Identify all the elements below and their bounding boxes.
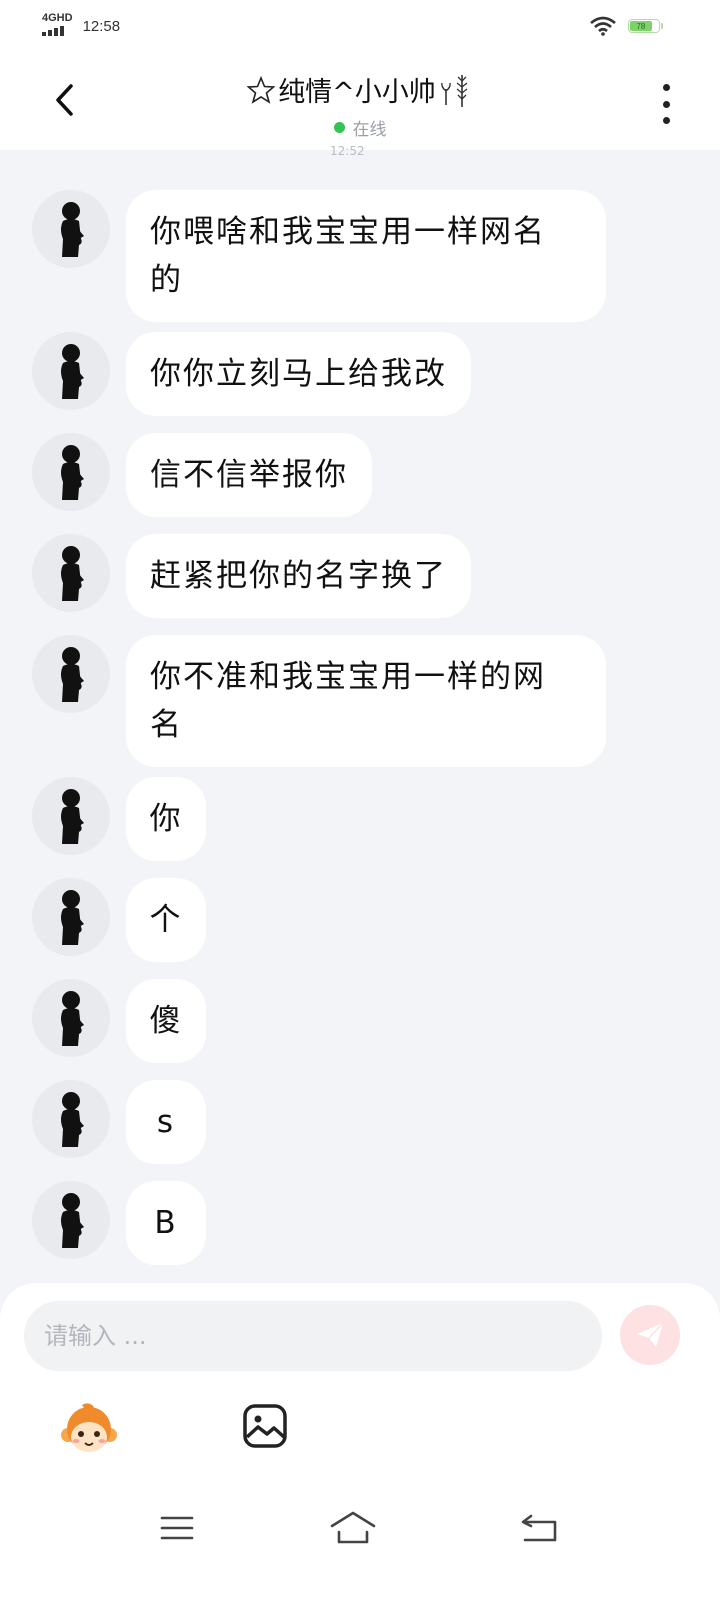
more-vertical-icon: [662, 84, 670, 91]
message-bubble[interactable]: 你喂啥和我宝宝用一样网名 的: [126, 190, 606, 322]
message-bubble[interactable]: B: [126, 1181, 206, 1265]
avatar[interactable]: [32, 777, 110, 855]
chat-header: 纯情^小小帅 在线: [0, 54, 720, 150]
avatar[interactable]: [32, 1080, 110, 1158]
status-bar: 4GHD 12:58 78: [0, 0, 720, 54]
avatar[interactable]: [32, 534, 110, 612]
emoji-button[interactable]: [60, 1401, 118, 1459]
message-bubble[interactable]: 傻: [126, 979, 206, 1063]
status-right: 78: [590, 16, 663, 36]
silhouette-avatar-icon: [61, 1193, 84, 1248]
contact-name[interactable]: 纯情^小小帅: [246, 70, 474, 109]
message-text: 你: [149, 801, 183, 837]
battery-level: 78: [636, 21, 646, 31]
battery-fill: 78: [630, 21, 652, 31]
silhouette-avatar-icon: [61, 1092, 84, 1147]
system-nav-bar: [0, 1480, 720, 1600]
message-row: B: [32, 1181, 206, 1265]
message-text: B: [154, 1205, 178, 1241]
message-row: 你你立刻马上给我改: [32, 332, 471, 416]
message-row: 信不信举报你: [32, 433, 372, 517]
avatar[interactable]: [32, 635, 110, 713]
message-text: 名: [150, 707, 183, 743]
image-button[interactable]: [242, 1403, 288, 1449]
menu-icon: [160, 1516, 194, 1540]
network-type: 4GHD: [42, 12, 73, 24]
message-text: 傻: [149, 1003, 183, 1039]
message-row: 你: [32, 777, 206, 861]
message-input[interactable]: [24, 1301, 602, 1371]
silhouette-avatar-icon: [61, 344, 84, 399]
avatar[interactable]: [32, 433, 110, 511]
avatar[interactable]: [32, 979, 110, 1057]
clock: 12:58: [82, 18, 121, 35]
message-row: 赶紧把你的名字换了: [32, 534, 471, 618]
signal-indicator: 4GHD: [42, 12, 73, 36]
send-icon: [637, 1322, 664, 1347]
more-dot: [662, 100, 670, 108]
message-text: 你你立刻马上给我改: [150, 356, 447, 392]
online-dot: [333, 122, 345, 133]
message-text: 你喂啥和我宝宝用一样网名: [150, 214, 546, 250]
home-button[interactable]: [328, 1508, 378, 1548]
silhouette-avatar-icon: [61, 890, 84, 945]
message-row: 你喂啥和我宝宝用一样网名 的: [32, 190, 606, 322]
star-icon: [246, 75, 276, 104]
message-text: s: [156, 1104, 176, 1140]
message-bubble[interactable]: 信不信举报你: [126, 433, 372, 517]
message-bubble[interactable]: s: [126, 1080, 206, 1164]
online-status: 在线: [352, 120, 387, 140]
message-bubble[interactable]: 你: [126, 777, 206, 861]
message-bubble[interactable]: 你不准和我宝宝用一样的网 名: [126, 635, 606, 767]
avatar[interactable]: [32, 190, 110, 268]
message-text: 的: [150, 262, 183, 298]
image-icon: [243, 1404, 287, 1448]
return-icon: [521, 1514, 557, 1542]
message-row: s: [32, 1080, 206, 1164]
plant-icon: [440, 74, 468, 107]
avatar[interactable]: [32, 1181, 110, 1259]
message-row: 傻: [32, 979, 206, 1063]
message-text: 个: [149, 902, 183, 938]
avatar[interactable]: [32, 878, 110, 956]
wifi-icon: [590, 16, 616, 36]
title-area: 纯情^小小帅 在线: [0, 70, 720, 140]
monkey-emoji-icon: [61, 1403, 117, 1452]
avatar[interactable]: [32, 332, 110, 410]
signal-bars-icon: [42, 26, 64, 36]
silhouette-avatar-icon: [61, 789, 84, 844]
send-button[interactable]: [620, 1305, 680, 1365]
home-icon: [330, 1511, 376, 1544]
silhouette-avatar-icon: [61, 202, 84, 257]
message-row: 个: [32, 878, 206, 962]
more-button[interactable]: [658, 84, 674, 124]
message-bubble[interactable]: 个: [126, 878, 206, 962]
message-row: 你不准和我宝宝用一样的网 名: [32, 635, 606, 767]
menu-button[interactable]: [152, 1508, 202, 1548]
battery-icon: 78: [628, 19, 663, 33]
message-text: 信不信举报你: [150, 457, 348, 493]
message-bubble[interactable]: 你你立刻马上给我改: [126, 332, 471, 416]
more-dot: [662, 117, 670, 124]
presence: 在线: [0, 115, 720, 140]
message-text: 赶紧把你的名字换了: [150, 558, 447, 594]
return-button[interactable]: [514, 1508, 564, 1548]
contact-name-text: 纯情^小小帅: [278, 77, 436, 108]
status-left: 4GHD 12:58: [42, 12, 120, 36]
timestamp: 12:52: [330, 144, 365, 158]
silhouette-avatar-icon: [61, 991, 84, 1046]
silhouette-avatar-icon: [61, 546, 84, 601]
silhouette-avatar-icon: [61, 647, 84, 702]
silhouette-avatar-icon: [61, 445, 84, 500]
message-bubble[interactable]: 赶紧把你的名字换了: [126, 534, 471, 618]
message-text: 你不准和我宝宝用一样的网: [150, 659, 546, 695]
